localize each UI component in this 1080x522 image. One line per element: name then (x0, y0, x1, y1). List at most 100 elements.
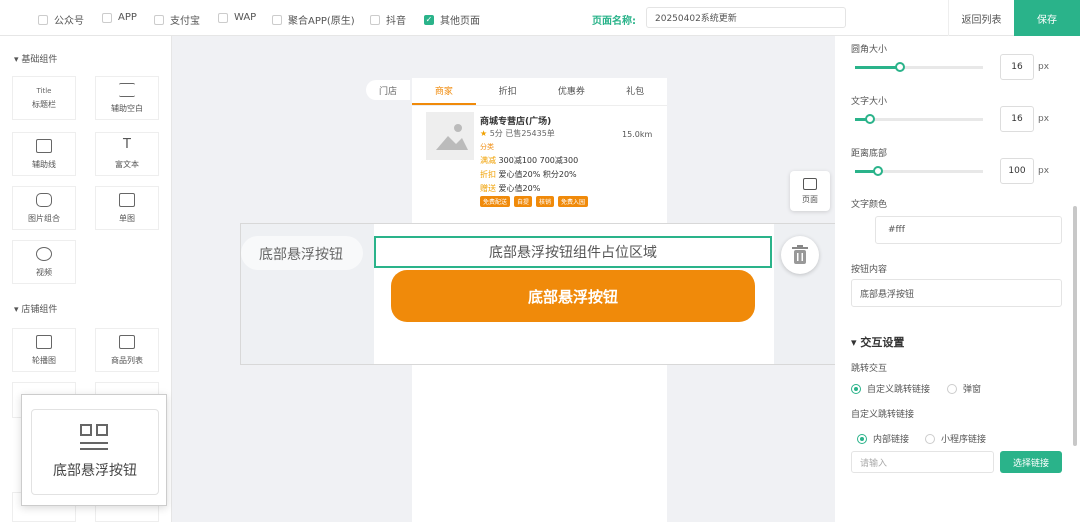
floating-button-icon (80, 424, 110, 450)
button-content-input[interactable]: 底部悬浮按钮 (851, 279, 1062, 307)
jump-option-custom[interactable]: 自定义跳转链接 (851, 382, 930, 395)
checkbox-wechat[interactable]: 公众号 (38, 12, 84, 27)
floating-button[interactable]: 底部悬浮按钮 (391, 270, 755, 322)
section-title: 交互设置 (860, 336, 905, 349)
badge: 免费入园 (558, 196, 589, 207)
store-tabs: 商家 折扣 优惠券 礼包 (412, 78, 667, 106)
bottom-distance-slider[interactable] (855, 166, 983, 176)
placeholder-area[interactable]: 底部悬浮按钮组件占位区域 (374, 236, 772, 268)
tab-coupon[interactable]: 优惠券 (540, 78, 604, 105)
component-rich-text[interactable]: T 富文本 (95, 132, 159, 176)
select-link-button[interactable]: 选择链接 (1000, 451, 1062, 473)
component-label: 视频 (36, 267, 52, 277)
page-settings-button[interactable]: 页面 (790, 171, 830, 211)
component-carousel[interactable]: 轮播图 (12, 328, 76, 372)
radius-slider[interactable] (855, 62, 983, 72)
slider-fill (855, 66, 900, 69)
unit-label: px (1038, 62, 1050, 72)
tab-gift[interactable]: 礼包 (603, 78, 667, 105)
component-label: 辅助线 (32, 159, 56, 169)
slider-knob[interactable] (873, 166, 884, 176)
top-toolbar: 公众号 APP 支付宝 WAP 聚合APP(原生) 抖音 ✓ 其他页面 页面名称:… (0, 0, 1080, 36)
floating-button-preview: 底部悬浮按钮 底部悬浮按钮组件占位区域 底部悬浮按钮 (240, 223, 857, 365)
checkbox-wap[interactable]: WAP (218, 12, 256, 23)
component-spacer[interactable]: 辅助空白 (95, 76, 159, 120)
tab-discount[interactable]: 折扣 (476, 78, 540, 105)
store-sold: 已售25435单 (505, 129, 555, 138)
bottom-distance-label: 距离底部 (851, 149, 888, 159)
button-content-label: 按钮内容 (851, 265, 888, 275)
radio-label: 弹窗 (963, 385, 982, 395)
radius-label: 圆角大小 (851, 45, 888, 55)
text-color-label: 文字颜色 (851, 200, 888, 210)
component-product-list[interactable]: 商品列表 (95, 328, 159, 372)
basic-components-section[interactable]: ▾ 基础组件 (14, 52, 57, 65)
component-label: 辅助空白 (111, 103, 143, 113)
bottom-distance-input[interactable]: 100 (1000, 158, 1034, 184)
checkbox-label: APP (118, 12, 137, 23)
slider-knob[interactable] (865, 114, 876, 124)
component-video[interactable]: 视频 (12, 240, 76, 284)
jump-option-popup[interactable]: 弹窗 (947, 382, 981, 395)
properties-panel: 圆角大小 16 px 文字大小 16 px 距离底部 100 px 文字颜色 #… (835, 36, 1080, 522)
spacer-icon (119, 82, 135, 97)
checkbox-label: 支付宝 (170, 16, 200, 27)
check-icon: ✓ (424, 14, 434, 25)
unit-label: px (1038, 114, 1050, 124)
promo-text: 300减100 700减300 (498, 156, 579, 165)
delete-button[interactable] (781, 236, 819, 274)
radius-input[interactable]: 16 (1000, 54, 1034, 80)
badge: 自提 (514, 196, 533, 207)
section-title: 店铺组件 (21, 305, 58, 315)
font-size-label: 文字大小 (851, 97, 888, 107)
font-size-slider[interactable] (855, 114, 983, 124)
component-label: 图片组合 (28, 213, 60, 223)
store-side-label[interactable]: 门店 (366, 80, 410, 100)
checkbox-label: 聚合APP(原生) (288, 16, 355, 27)
title-icon: Title (36, 86, 52, 95)
custom-link-label: 自定义跳转链接 (851, 410, 915, 420)
radio-label: 小程序链接 (941, 435, 987, 445)
interaction-section[interactable]: ▾ 交互设置 (851, 334, 904, 350)
checkbox-label: 抖音 (386, 16, 406, 27)
checkbox-label: 其他页面 (440, 16, 480, 27)
component-side-label[interactable]: 底部悬浮按钮 (259, 244, 343, 264)
component-divider[interactable]: 辅助线 (12, 132, 76, 176)
component-image-group[interactable]: 图片组合 (12, 186, 76, 230)
panel-scrollbar[interactable] (1073, 206, 1077, 446)
radio-icon (851, 383, 861, 394)
product-list-icon (119, 334, 135, 349)
page-button-label: 页面 (802, 194, 818, 204)
slider-knob[interactable] (894, 62, 905, 72)
link-option-miniprogram[interactable]: 小程序链接 (925, 432, 986, 445)
checkbox-other-page[interactable]: ✓ 其他页面 (424, 12, 480, 27)
text-color-input[interactable]: #fff (875, 216, 1062, 244)
drag-ghost[interactable]: 底部悬浮按钮 (21, 394, 167, 506)
store-rating: 5分 (489, 129, 503, 138)
checkbox-alipay[interactable]: 支付宝 (154, 12, 200, 27)
image-icon (119, 192, 135, 207)
checkbox-douyin[interactable]: 抖音 (370, 12, 406, 27)
font-size-input[interactable]: 16 (1000, 106, 1034, 132)
image-icon (436, 124, 468, 150)
carousel-icon (36, 334, 52, 349)
radio-icon (947, 383, 957, 394)
store-name[interactable]: 商城专营店(广场) (480, 114, 551, 127)
link-input[interactable]: 请输入 (851, 451, 994, 473)
page-name-label: 页面名称: (592, 16, 636, 27)
back-to-list-button[interactable]: 返回列表 (948, 0, 1014, 36)
component-label: 商品列表 (111, 355, 143, 365)
link-option-internal[interactable]: 内部链接 (857, 432, 909, 445)
component-single-image[interactable]: 单图 (95, 186, 159, 230)
promo-tag: 折扣 (480, 170, 496, 179)
checkbox-app[interactable]: APP (102, 12, 137, 23)
badge: 核销 (536, 196, 555, 207)
component-title-bar[interactable]: Title 标题栏 (12, 76, 76, 120)
divider-icon (36, 138, 52, 153)
rich-text-icon: T (123, 136, 131, 152)
save-button[interactable]: 保存 (1014, 0, 1080, 36)
store-components-section[interactable]: ▾ 店铺组件 (14, 302, 57, 315)
page-name-input[interactable]: 20250402系统更新 (646, 7, 846, 28)
tab-merchant[interactable]: 商家 (412, 78, 476, 105)
checkbox-aggregate-app[interactable]: 聚合APP(原生) (272, 12, 355, 27)
